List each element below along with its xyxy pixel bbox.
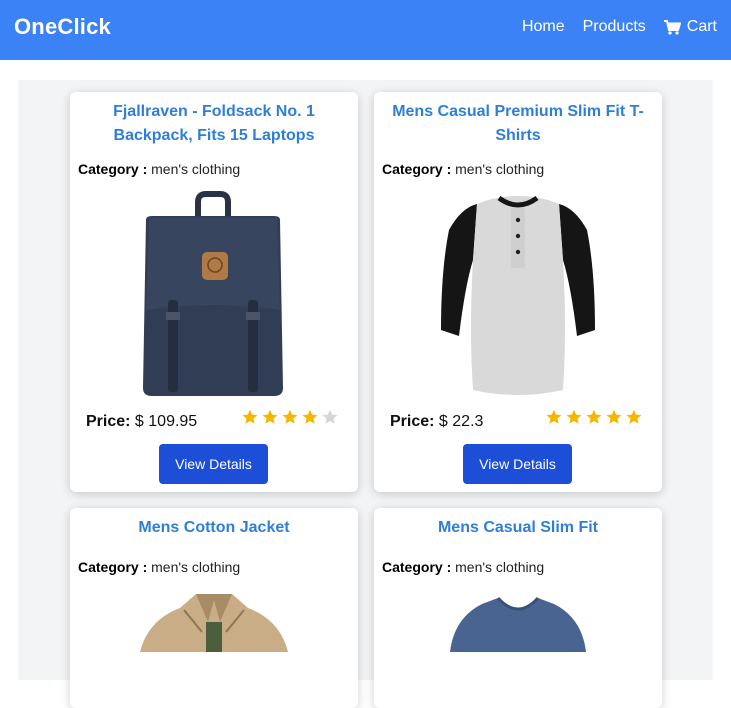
product-title[interactable]: Mens Casual Slim Fit	[384, 516, 652, 540]
view-details-button[interactable]: View Details	[463, 444, 572, 484]
product-title[interactable]: Mens Casual Premium Slim Fit T-Shirts	[384, 100, 652, 148]
product-grid: Fjallraven - Foldsack No. 1 Backpack, Fi…	[18, 80, 713, 708]
category-value: men's clothing	[455, 161, 545, 177]
product-image-tshirt[interactable]	[439, 190, 597, 398]
product-card: Mens Casual Premium Slim Fit T-Shirts Ca…	[374, 92, 662, 492]
star-empty-icon	[322, 409, 338, 424]
category-label: Category :	[78, 559, 148, 575]
nav-home-link[interactable]: Home	[522, 18, 565, 36]
star-filled-icon	[242, 409, 258, 424]
nav-products-link[interactable]: Products	[583, 18, 646, 36]
navbar: OneClick Home Products Cart	[0, 0, 731, 60]
category-label: Category :	[382, 161, 452, 177]
star-filled-icon	[282, 409, 298, 424]
product-title[interactable]: Fjallraven - Foldsack No. 1 Backpack, Fi…	[80, 100, 348, 148]
rating-stars	[546, 409, 642, 425]
product-category: Category : men's clothing	[78, 161, 240, 177]
star-filled-icon	[626, 409, 642, 424]
cart-label: Cart	[686, 18, 717, 35]
product-category: Category : men's clothing	[382, 559, 544, 575]
product-card: Fjallraven - Foldsack No. 1 Backpack, Fi…	[70, 92, 358, 492]
star-filled-icon	[606, 409, 622, 424]
category-value: men's clothing	[455, 559, 545, 575]
star-filled-icon	[566, 409, 582, 424]
brand-logo[interactable]: OneClick	[14, 14, 111, 40]
cart-icon	[663, 19, 681, 35]
category-label: Category :	[382, 559, 452, 575]
product-card: Mens Cotton Jacket Category : men's clot…	[70, 508, 358, 708]
product-title[interactable]: Mens Cotton Jacket	[80, 516, 348, 540]
price-label: Price:	[86, 413, 131, 430]
nav-cart-link[interactable]: Cart	[663, 18, 717, 36]
product-card: Mens Casual Slim Fit Category : men's cl…	[374, 508, 662, 708]
product-category: Category : men's clothing	[382, 161, 544, 177]
product-image-slimfit[interactable]	[436, 594, 600, 652]
star-filled-icon	[302, 409, 318, 424]
nav-links: Home Products Cart	[522, 18, 717, 36]
product-price: Price: $ 109.95	[86, 413, 197, 431]
product-image-jacket[interactable]	[120, 592, 308, 652]
star-filled-icon	[262, 409, 278, 424]
star-filled-icon	[586, 409, 602, 424]
product-price: Price: $ 22.3	[390, 413, 483, 431]
price-value: $ 22.3	[438, 413, 484, 430]
category-value: men's clothing	[151, 559, 241, 575]
category-value: men's clothing	[151, 161, 241, 177]
price-value: $ 109.95	[134, 413, 198, 430]
rating-stars	[242, 409, 338, 425]
product-category: Category : men's clothing	[78, 559, 240, 575]
category-label: Category :	[78, 161, 148, 177]
view-details-button[interactable]: View Details	[159, 444, 268, 484]
star-filled-icon	[546, 409, 562, 424]
price-label: Price:	[390, 413, 435, 430]
product-image-backpack[interactable]	[140, 190, 286, 398]
